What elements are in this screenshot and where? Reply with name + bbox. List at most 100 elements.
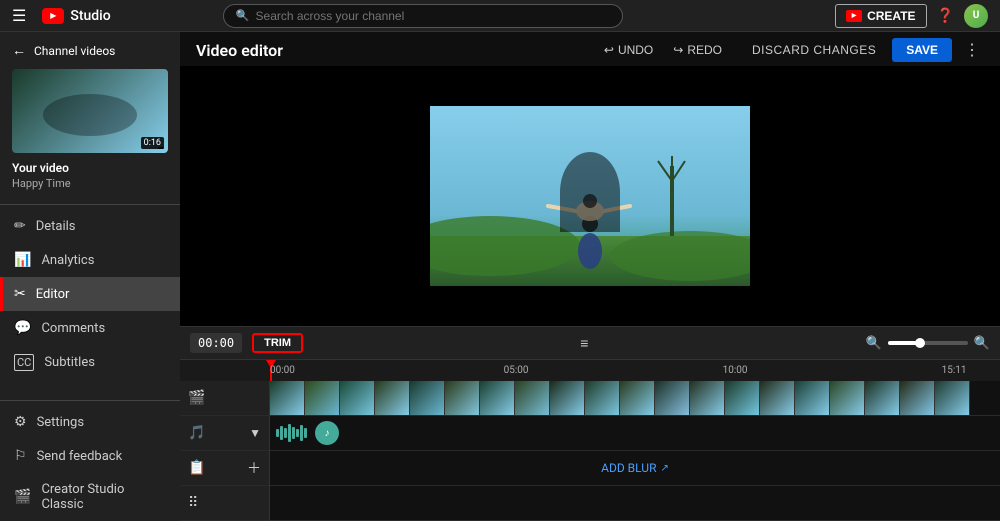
track-thumb — [480, 381, 515, 416]
track-thumb — [375, 381, 410, 416]
more-options-button[interactable]: ⋮ — [960, 40, 984, 60]
subtitle-track — [270, 486, 1000, 521]
youtube-logo-icon — [42, 8, 64, 24]
wave-bar — [292, 427, 295, 439]
timeline-controls: 00:00 TRIM ≡ 🔍 🔍 — [180, 326, 1000, 359]
zoom-in-icon[interactable]: 🔍 — [974, 336, 990, 351]
sidebar-item-feedback[interactable]: ⚐ Send feedback — [0, 439, 180, 473]
overlay-track-icon: 📋 — [188, 460, 205, 476]
topbar: ☰ Studio 🔍 CREATE ❓ U — [0, 0, 1000, 32]
sidebar-item-editor[interactable]: ✂ Editor — [0, 277, 180, 311]
sidebar: ← Channel videos 0:16 Your video Happy T… — [0, 32, 180, 521]
redo-label: REDO — [687, 43, 722, 57]
undo-label: UNDO — [618, 43, 653, 57]
track-thumb — [865, 381, 900, 416]
details-icon: ✏ — [14, 218, 26, 234]
wave-bar — [284, 428, 287, 438]
track-thumb — [340, 381, 375, 416]
track-thumb — [830, 381, 865, 416]
video-title: Your video — [0, 161, 180, 177]
track-thumb — [305, 381, 340, 416]
redo-button[interactable]: ↪ REDO — [667, 40, 728, 60]
sidebar-divider-2 — [0, 400, 180, 401]
add-blur-button[interactable]: ADD BLUR ↗ — [601, 461, 669, 475]
classic-label: Creator Studio Classic — [41, 482, 166, 512]
undo-icon: ↩ — [604, 43, 614, 57]
undo-button[interactable]: ↩ UNDO — [598, 40, 659, 60]
add-blur-label: ADD BLUR — [601, 461, 656, 475]
search-icon: 🔍 — [236, 9, 250, 22]
track-thumb — [585, 381, 620, 416]
content-area: Video editor ↩ UNDO ↪ REDO DISCARD CHANG… — [180, 32, 1000, 521]
timeline-center: ≡ — [313, 335, 856, 352]
subtitles-label: Subtitles — [44, 355, 95, 370]
audio-track: ♪ — [270, 416, 1000, 451]
settings-label: Settings — [37, 415, 84, 430]
video-preview — [180, 66, 1000, 326]
track-thumb — [410, 381, 445, 416]
search-container: 🔍 — [223, 4, 623, 28]
timeline-tracks: 🎬 🎵 ▼ 📋 ＋ ⠿ — [180, 381, 1000, 521]
back-to-channel[interactable]: ← Channel videos — [0, 32, 180, 69]
editor-toolbar: ↩ UNDO ↪ REDO DISCARD CHANGES SAVE ⋮ — [598, 38, 984, 62]
zoom-slider[interactable] — [888, 341, 968, 345]
sidebar-item-details[interactable]: ✏ Details — [0, 209, 180, 243]
details-label: Details — [36, 219, 76, 234]
analytics-icon: 📊 — [14, 252, 31, 268]
track-thumb — [935, 381, 970, 416]
wave-bar — [296, 429, 299, 437]
track-thumb — [795, 381, 830, 416]
classic-icon: 🎬 — [14, 489, 31, 505]
menu-icon[interactable]: ☰ — [12, 6, 26, 25]
audio-waveform — [276, 423, 307, 443]
editor-title: Video editor — [196, 41, 283, 60]
create-video-icon — [846, 10, 862, 22]
comments-icon: 💬 — [14, 320, 31, 336]
wave-bar — [300, 425, 303, 441]
video-track — [270, 381, 1000, 416]
redo-icon: ↪ — [673, 43, 683, 57]
trim-button[interactable]: TRIM — [252, 333, 303, 353]
subtitles-icon: CC — [14, 354, 34, 371]
sidebar-item-analytics[interactable]: 📊 Analytics — [0, 243, 180, 277]
help-icon[interactable]: ❓ — [937, 8, 954, 24]
avatar[interactable]: U — [964, 4, 988, 28]
create-button[interactable]: CREATE — [835, 4, 926, 28]
sidebar-item-comments[interactable]: 💬 Comments — [0, 311, 180, 345]
feedback-icon: ⚐ — [14, 448, 27, 464]
back-icon: ← — [12, 42, 26, 59]
overlay-track-control: 📋 ＋ — [180, 451, 269, 486]
audio-expand-icon[interactable]: ▼ — [249, 426, 261, 440]
track-thumb — [760, 381, 795, 416]
zoom-out-icon[interactable]: 🔍 — [866, 336, 882, 351]
add-overlay-icon[interactable]: ＋ — [247, 458, 261, 478]
sidebar-item-classic[interactable]: 🎬 Creator Studio Classic — [0, 473, 180, 521]
comments-label: Comments — [41, 321, 105, 336]
video-thumbnail[interactable]: 0:16 — [12, 69, 168, 153]
save-button[interactable]: SAVE — [892, 38, 952, 62]
video-track-icon: 🎬 — [188, 390, 205, 406]
discard-button[interactable]: DISCARD CHANGES — [744, 40, 884, 60]
sidebar-item-subtitles[interactable]: CC Subtitles — [0, 345, 180, 380]
subtitle-track-control: ⠿ — [180, 486, 269, 521]
logo[interactable]: Studio — [42, 8, 110, 24]
editor-label: Editor — [36, 287, 70, 302]
audio-track-control: 🎵 ▼ — [180, 416, 269, 451]
sidebar-divider-1 — [0, 204, 180, 205]
track-thumb — [900, 381, 935, 416]
main-layout: ← Channel videos 0:16 Your video Happy T… — [0, 32, 1000, 521]
track-thumb — [725, 381, 760, 416]
timeline-menu-icon: ≡ — [580, 335, 588, 352]
create-label: CREATE — [867, 9, 915, 23]
sidebar-item-settings[interactable]: ⚙ Settings — [0, 405, 180, 439]
zoom-thumb — [915, 338, 925, 348]
search-input[interactable] — [256, 9, 610, 23]
marker-0: 00:00 — [270, 365, 295, 376]
audio-circle-icon: ♪ — [315, 421, 339, 445]
track-thumb — [690, 381, 725, 416]
marker-2: 10:00 — [723, 365, 748, 376]
wave-bar — [304, 428, 307, 438]
search-box: 🔍 — [223, 4, 623, 28]
settings-icon: ⚙ — [14, 414, 27, 430]
track-thumb — [515, 381, 550, 416]
